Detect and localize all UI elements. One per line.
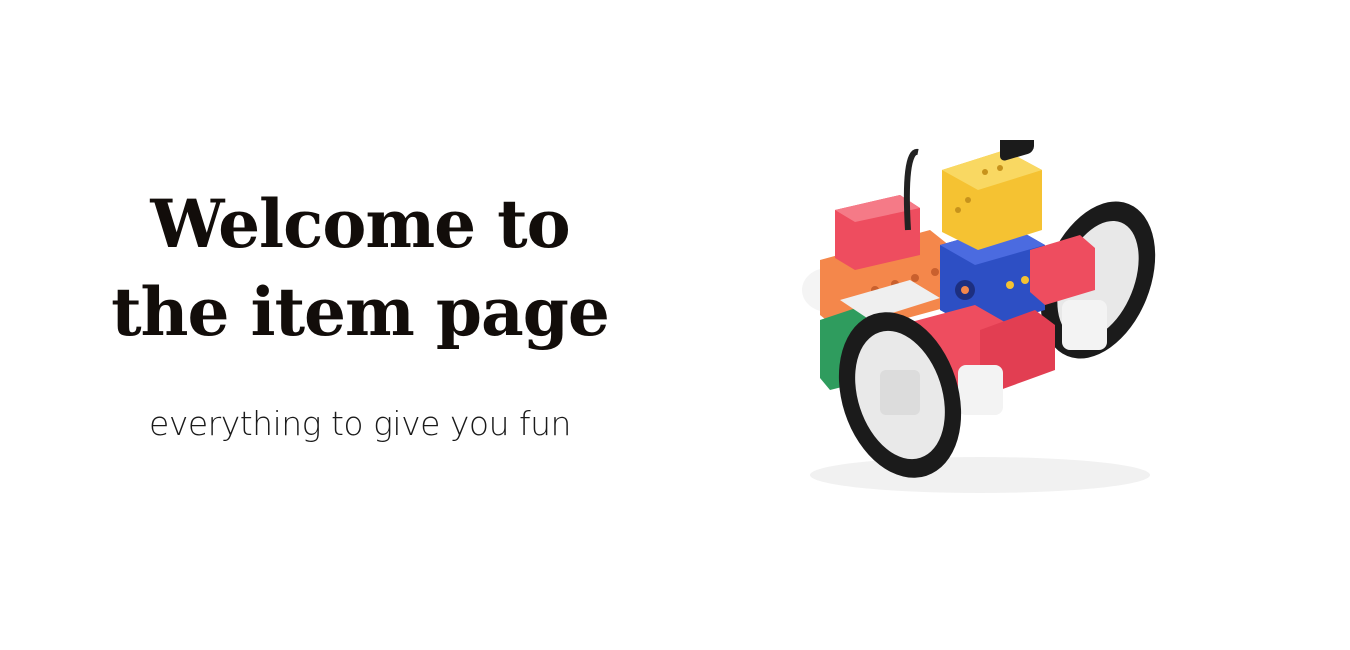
page-subtitle: everything to give you fun (149, 404, 571, 443)
title-line-2: the item page (111, 273, 610, 351)
title-line-1: Welcome to (150, 185, 570, 263)
robot-vehicle-kit-icon (802, 140, 1156, 493)
hero-text-block: Welcome to the item page everything to g… (100, 180, 620, 443)
page-title: Welcome to the item page (100, 180, 620, 356)
